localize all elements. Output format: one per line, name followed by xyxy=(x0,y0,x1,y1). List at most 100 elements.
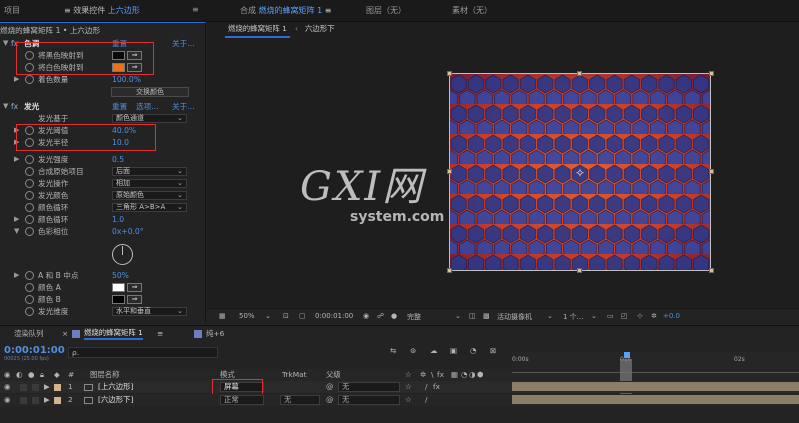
stopwatch-icon[interactable] xyxy=(25,191,34,200)
comp-breadcrumb-item[interactable]: 燃烧的蜂窝矩阵 1 xyxy=(225,22,290,38)
property-row-based-on[interactable]: 发光基于 颜色通道 xyxy=(0,113,204,124)
close-icon[interactable]: × xyxy=(62,328,68,340)
transform-handle[interactable] xyxy=(709,268,714,273)
color-channel-icon[interactable]: ● xyxy=(391,312,397,320)
tab-timeline-comp[interactable]: 燃烧的蜂窝矩阵 1 xyxy=(84,328,143,340)
stopwatch-icon[interactable] xyxy=(25,271,34,280)
expand-triangle-icon[interactable]: ▶ xyxy=(44,394,50,406)
effect-row-glow[interactable]: ▼ fx 发光 重置 选项… 关于… xyxy=(0,101,204,112)
expand-triangle-icon[interactable]: ▶ xyxy=(14,270,19,281)
collapse-triangle-icon[interactable]: ▼ xyxy=(3,38,8,49)
property-row-intensity[interactable]: ▶ 发光强度 0.5 xyxy=(0,154,204,165)
transparency-grid-icon[interactable]: ▩ xyxy=(483,312,490,320)
switch-quality-icon[interactable]: / xyxy=(425,394,428,406)
comp-canvas[interactable]: ✧ xyxy=(449,73,711,271)
property-row-color-b[interactable]: 颜色 B ⇒ xyxy=(0,294,204,305)
tab-footage[interactable]: 素材（无） xyxy=(452,5,492,16)
stopwatch-icon[interactable] xyxy=(25,227,34,236)
chevron-down-icon[interactable]: ⌄ xyxy=(265,312,271,320)
switch-3d-icon[interactable]: ⬢ xyxy=(477,369,483,381)
about-link[interactable]: 关于… xyxy=(172,101,195,112)
eye-icon[interactable]: ◉ xyxy=(4,381,10,393)
col-parent[interactable]: 父级 xyxy=(326,369,341,381)
stopwatch-icon[interactable] xyxy=(25,179,34,188)
color-swatch-white[interactable] xyxy=(112,283,125,292)
transform-handle[interactable] xyxy=(447,268,452,273)
about-link[interactable]: 关于… xyxy=(172,38,195,49)
loop-dropdown[interactable]: 三角形 A>B>A xyxy=(112,203,187,212)
switch-fx-icon[interactable]: fx xyxy=(433,381,440,393)
tab-project[interactable]: 项目 xyxy=(4,5,20,16)
parent-pick-whip-icon[interactable]: @ xyxy=(326,381,333,393)
snapshot-icon[interactable]: ☍ xyxy=(377,312,384,320)
expand-triangle-icon[interactable]: ▶ xyxy=(44,381,50,393)
lock-icon[interactable]: 🔒︎ xyxy=(40,369,44,381)
exposure-icon[interactable]: ✲ xyxy=(651,312,657,320)
layer-row[interactable]: ◉ ▶ 2 [六边形下] 正常 无 @ 无 ☆ / xyxy=(0,394,799,406)
tab-render-queue[interactable]: 渲染队列 xyxy=(14,328,44,340)
lock-box[interactable] xyxy=(32,397,39,404)
based-on-dropdown[interactable]: 颜色通道 xyxy=(112,114,187,123)
chevron-down-icon[interactable]: ⌄ xyxy=(455,312,461,320)
expand-triangle-icon[interactable]: ▶ xyxy=(14,74,19,85)
switch-quality-icon[interactable]: \ xyxy=(431,369,434,381)
collapse-triangle-icon[interactable]: ▼ xyxy=(14,226,19,237)
color-swatch-black[interactable] xyxy=(112,295,125,304)
label-color[interactable] xyxy=(54,397,61,404)
audio-icon[interactable]: ◐ xyxy=(16,369,22,381)
stopwatch-icon[interactable] xyxy=(25,75,34,84)
camera-dropdown[interactable]: 活动摄像机 xyxy=(497,312,532,322)
property-value[interactable]: 1.0 xyxy=(112,214,124,225)
composite-dropdown[interactable]: 后面 xyxy=(112,167,187,176)
colors-dropdown[interactable]: 原始颜色 xyxy=(112,191,187,200)
swap-colors-button[interactable]: 交换颜色 xyxy=(111,87,189,97)
parent-pick-whip-icon[interactable]: @ xyxy=(326,394,333,406)
switch-shy-icon[interactable]: ☆ xyxy=(405,381,412,393)
close-icon[interactable]: ≡ xyxy=(157,328,163,340)
mask-icon[interactable]: ▢ xyxy=(299,312,306,320)
views-dropdown[interactable]: 1 个… xyxy=(563,312,584,322)
property-row-operation[interactable]: 发光操作 相加 xyxy=(0,178,204,189)
property-row-phase[interactable]: ▼ 色彩相位 0x+0.0° xyxy=(0,226,204,237)
stopwatch-icon[interactable] xyxy=(25,295,34,304)
mode-dropdown[interactable]: 正常 xyxy=(220,395,264,405)
phase-dial-icon[interactable] xyxy=(112,244,133,265)
switch-frame-blend-icon[interactable]: ▦ xyxy=(451,369,458,381)
parent-dropdown[interactable]: 无 xyxy=(338,395,400,405)
solo-box[interactable] xyxy=(20,384,27,391)
grid-icon[interactable]: ▦ xyxy=(219,312,226,320)
timecode-display[interactable]: 0:00:01:00 xyxy=(315,312,353,320)
anchor-point-icon[interactable]: ✧ xyxy=(575,167,585,179)
property-value[interactable]: 100.0% xyxy=(112,74,141,85)
playhead-handle[interactable] xyxy=(624,352,630,358)
exposure-value[interactable]: +0.0 xyxy=(663,312,680,320)
tab-composition[interactable]: 合成 燃烧的蜂窝矩阵 1 ≡ xyxy=(240,5,331,16)
menu-icon[interactable]: ≡ xyxy=(325,6,332,15)
stopwatch-icon[interactable] xyxy=(25,167,34,176)
switch-shy-icon[interactable]: ☆ xyxy=(405,369,412,381)
label-color[interactable] xyxy=(54,384,61,391)
stopwatch-icon[interactable] xyxy=(25,155,34,164)
flowchart-icon[interactable]: ⊹ xyxy=(637,312,643,320)
eyedropper-icon[interactable]: ⇒ xyxy=(127,283,142,292)
switch-motion-blur-icon[interactable]: ◔ xyxy=(461,369,467,381)
property-row-cycle[interactable]: ▶ 颜色循环 1.0 xyxy=(0,214,204,225)
fx-icon[interactable]: fx xyxy=(11,101,18,112)
layout-icon[interactable]: ▭ xyxy=(607,312,614,320)
transform-handle[interactable] xyxy=(709,169,714,174)
comp-breadcrumb-item[interactable]: 六边形下 xyxy=(305,22,335,36)
label-icon[interactable]: ◆ xyxy=(54,369,60,381)
chevron-down-icon[interactable]: ⌄ xyxy=(591,312,597,320)
solo-box[interactable] xyxy=(20,397,27,404)
property-row-loop[interactable]: 颜色循环 三角形 A>B>A xyxy=(0,202,204,213)
property-row-midpoint[interactable]: ▶ A 和 B 中点 50% xyxy=(0,270,204,281)
zoom-dropdown[interactable]: 50% xyxy=(239,312,255,320)
col-layer-name[interactable]: 图层名称 xyxy=(90,369,120,381)
options-link[interactable]: 选项… xyxy=(136,101,159,112)
stopwatch-icon[interactable] xyxy=(25,307,34,316)
time-ruler[interactable]: 0:00s 01s 02s xyxy=(512,352,799,382)
switch-collapse-icon[interactable]: ✲ xyxy=(420,369,426,381)
solo-icon[interactable]: ● xyxy=(28,369,34,381)
collapse-triangle-icon[interactable]: ▼ xyxy=(3,101,8,112)
stopwatch-icon[interactable] xyxy=(25,203,34,212)
